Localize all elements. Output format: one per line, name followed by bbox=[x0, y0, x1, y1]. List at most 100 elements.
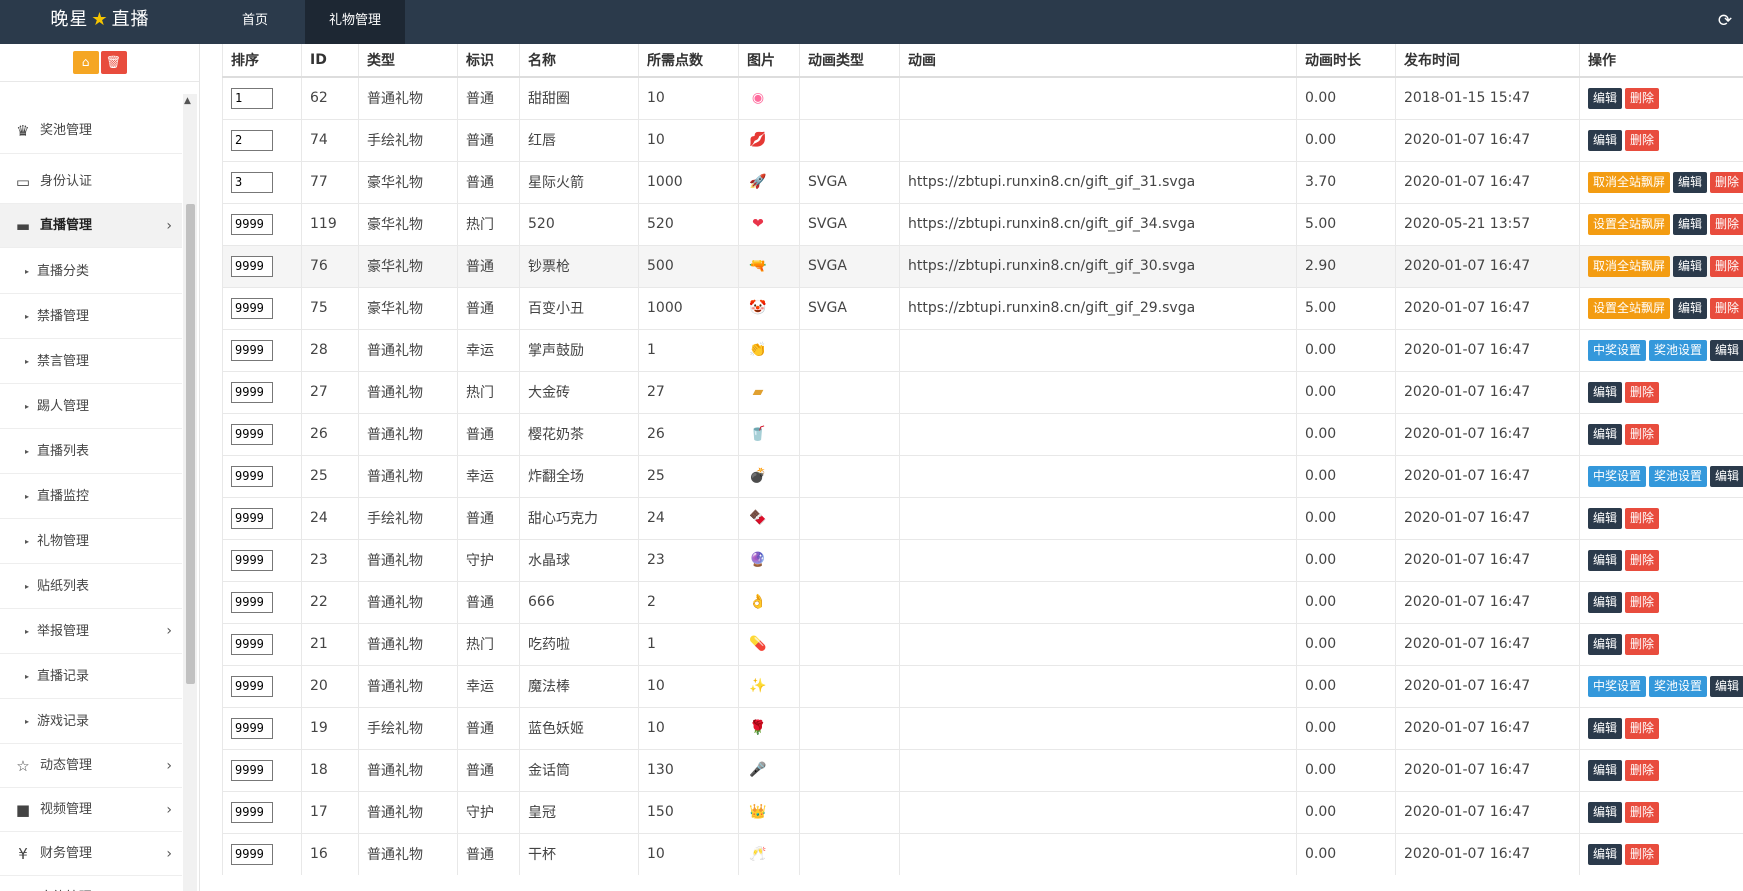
edit-button[interactable]: 编辑 bbox=[1588, 591, 1623, 613]
pool-settings-button[interactable]: 奖池设置 bbox=[1649, 339, 1708, 361]
edit-button[interactable]: 编辑 bbox=[1710, 339, 1743, 361]
edit-button[interactable]: 编辑 bbox=[1673, 213, 1708, 235]
delete-button[interactable]: 删除 bbox=[1710, 213, 1743, 235]
sort-input[interactable] bbox=[231, 843, 273, 865]
edit-button[interactable]: 编辑 bbox=[1673, 297, 1708, 319]
col-name[interactable]: 名称 bbox=[519, 44, 639, 78]
sidebar-item-live-category[interactable]: ▸ 直播分类 bbox=[0, 249, 182, 294]
sort-input[interactable] bbox=[231, 87, 273, 109]
edit-button[interactable]: 编辑 bbox=[1673, 255, 1708, 277]
edit-button[interactable]: 编辑 bbox=[1588, 549, 1623, 571]
sort-input[interactable] bbox=[231, 801, 273, 823]
sidebar-item-ban-live[interactable]: ▸ 禁播管理 bbox=[0, 294, 182, 339]
col-points[interactable]: 所需点数 bbox=[638, 44, 739, 78]
scroll-up-icon[interactable]: ▲ bbox=[184, 96, 191, 106]
sidebar-item-game-records[interactable]: ▸ 游戏记录 bbox=[0, 699, 182, 744]
edit-button[interactable]: 编辑 bbox=[1673, 171, 1708, 193]
sidebar-item-reports[interactable]: ▸ 举报管理 › bbox=[0, 609, 182, 654]
edit-button[interactable]: 编辑 bbox=[1588, 843, 1623, 865]
sidebar-item-gift[interactable]: ▸ 礼物管理 bbox=[0, 519, 182, 564]
edit-button[interactable]: 编辑 bbox=[1710, 675, 1743, 697]
sort-input[interactable] bbox=[231, 423, 273, 445]
edit-button[interactable]: 编辑 bbox=[1588, 759, 1623, 781]
edit-button[interactable]: 编辑 bbox=[1588, 87, 1623, 109]
edit-button[interactable]: 编辑 bbox=[1588, 381, 1623, 403]
delete-button[interactable]: 删除 bbox=[1710, 255, 1743, 277]
sidebar-item-prize-pool[interactable]: ♛ 奖池管理 bbox=[0, 118, 182, 154]
sort-input[interactable] bbox=[231, 255, 273, 277]
sort-input[interactable] bbox=[231, 381, 273, 403]
sidebar-item-mute[interactable]: ▸ 禁言管理 bbox=[0, 339, 182, 384]
win-settings-button[interactable]: 中奖设置 bbox=[1588, 465, 1647, 487]
delete-button[interactable]: 删除 bbox=[1625, 591, 1660, 613]
delete-button[interactable]: 删除 bbox=[1625, 423, 1660, 445]
sort-input[interactable] bbox=[231, 549, 273, 571]
delete-button[interactable]: 删除 bbox=[1625, 633, 1660, 655]
col-type[interactable]: 类型 bbox=[358, 44, 458, 78]
col-image[interactable]: 图片 bbox=[738, 44, 800, 78]
edit-button[interactable]: 编辑 bbox=[1588, 423, 1623, 445]
sidebar-item-live-records[interactable]: ▸ 直播记录 bbox=[0, 654, 182, 699]
cancel-broadcast-button[interactable]: 取消全站飘屏 bbox=[1588, 171, 1671, 193]
sort-input[interactable] bbox=[231, 297, 273, 319]
col-anim-type[interactable]: 动画类型 bbox=[799, 44, 900, 78]
sort-input[interactable] bbox=[231, 633, 273, 655]
refresh-icon[interactable]: ⟳ bbox=[1715, 11, 1735, 31]
delete-button[interactable]: 删除 bbox=[1710, 297, 1743, 319]
pool-settings-button[interactable]: 奖池设置 bbox=[1649, 675, 1708, 697]
col-time[interactable]: 发布时间 bbox=[1395, 44, 1580, 78]
cancel-broadcast-button[interactable]: 取消全站飘屏 bbox=[1588, 255, 1671, 277]
edit-button[interactable]: 编辑 bbox=[1588, 717, 1623, 739]
col-anim[interactable]: 动画 bbox=[899, 44, 1297, 78]
delete-button[interactable]: 删除 bbox=[1625, 381, 1660, 403]
col-duration[interactable]: 动画时长 bbox=[1296, 44, 1396, 78]
edit-button[interactable]: 编辑 bbox=[1588, 801, 1623, 823]
win-settings-button[interactable]: 中奖设置 bbox=[1588, 675, 1647, 697]
col-sort[interactable]: 排序 bbox=[222, 44, 302, 78]
delete-button[interactable]: 删除 bbox=[1625, 87, 1660, 109]
set-broadcast-button[interactable]: 设置全站飘屏 bbox=[1588, 213, 1671, 235]
delete-button[interactable]: 删除 bbox=[1710, 171, 1743, 193]
sidebar-item-stickers[interactable]: ▸ 贴纸列表 bbox=[0, 564, 182, 609]
tab-home[interactable]: 首页 bbox=[208, 0, 302, 44]
sort-input[interactable] bbox=[231, 675, 273, 697]
sort-input[interactable] bbox=[231, 129, 273, 151]
set-broadcast-button[interactable]: 设置全站飘屏 bbox=[1588, 297, 1671, 319]
edit-button[interactable]: 编辑 bbox=[1710, 465, 1743, 487]
trash-icon[interactable]: 🗑 bbox=[100, 51, 127, 74]
sidebar-item-moments[interactable]: ☆ 动态管理 › bbox=[0, 744, 182, 788]
sidebar-scrollbar[interactable]: ▲ bbox=[183, 94, 197, 891]
sidebar-item-video[interactable]: ■ 视频管理 › bbox=[0, 788, 182, 832]
delete-button[interactable]: 删除 bbox=[1625, 759, 1660, 781]
edit-button[interactable]: 编辑 bbox=[1588, 129, 1623, 151]
home-icon[interactable]: ⌂ bbox=[72, 51, 99, 74]
sort-input[interactable] bbox=[231, 759, 273, 781]
sort-input[interactable] bbox=[231, 591, 273, 613]
scrollbar-thumb[interactable] bbox=[186, 204, 195, 684]
delete-button[interactable]: 删除 bbox=[1625, 549, 1660, 571]
win-settings-button[interactable]: 中奖设置 bbox=[1588, 339, 1647, 361]
pool-settings-button[interactable]: 奖池设置 bbox=[1649, 465, 1708, 487]
sidebar-item-identity[interactable]: ▭ 身份认证 bbox=[0, 160, 182, 204]
delete-button[interactable]: 删除 bbox=[1625, 507, 1660, 529]
sort-input[interactable] bbox=[231, 213, 273, 235]
delete-button[interactable]: 删除 bbox=[1625, 129, 1660, 151]
sort-input[interactable] bbox=[231, 465, 273, 487]
sort-input[interactable] bbox=[231, 507, 273, 529]
sidebar-item-live-monitor[interactable]: ▸ 直播监控 bbox=[0, 474, 182, 519]
sort-input[interactable] bbox=[231, 717, 273, 739]
edit-button[interactable]: 编辑 bbox=[1588, 507, 1623, 529]
sidebar-item-live[interactable]: ▬ 直播管理 › bbox=[0, 204, 182, 248]
delete-button[interactable]: 删除 bbox=[1625, 801, 1660, 823]
delete-button[interactable]: 删除 bbox=[1625, 843, 1660, 865]
sort-input[interactable] bbox=[231, 339, 273, 361]
sidebar-item-live-list[interactable]: ▸ 直播列表 bbox=[0, 429, 182, 474]
app-logo[interactable]: 晚星 ★ 直播 bbox=[0, 0, 200, 44]
delete-button[interactable]: 删除 bbox=[1625, 717, 1660, 739]
edit-button[interactable]: 编辑 bbox=[1588, 633, 1623, 655]
sidebar-item-finance[interactable]: ¥ 财务管理 › bbox=[0, 832, 182, 876]
tab-gift-management[interactable]: 礼物管理 bbox=[305, 0, 405, 44]
col-id[interactable]: ID bbox=[301, 44, 359, 78]
sidebar-item-kick[interactable]: ▸ 踢人管理 bbox=[0, 384, 182, 429]
col-mark[interactable]: 标识 bbox=[457, 44, 520, 78]
